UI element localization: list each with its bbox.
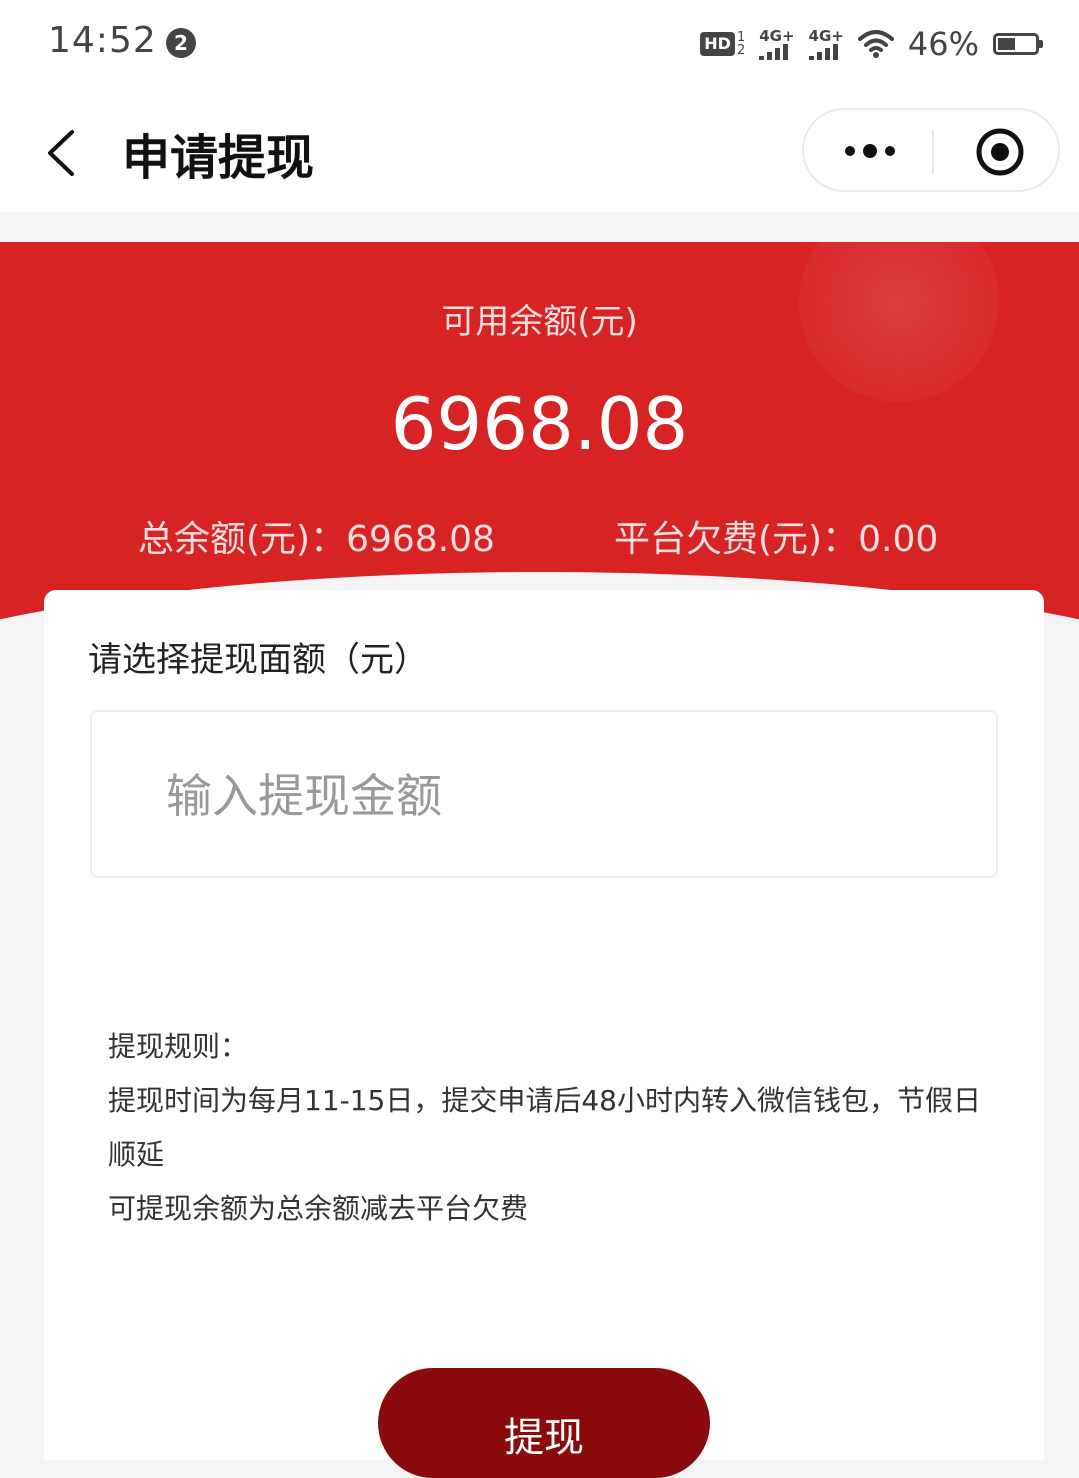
amount-section-label: 请选择提现面额（元） (88, 640, 428, 680)
sim1-network-label: 4G+ (759, 27, 795, 45)
hd-label: HD (700, 32, 735, 56)
rules-line-1: 提现时间为每月11-15日，提交申请后48小时内转入微信钱包，节假日顺延 (108, 1084, 981, 1171)
total-balance: 总余额(元)：6968.08 (138, 519, 495, 560)
signal-sim2-icon: 4G+ (808, 27, 844, 60)
miniprogram-capsule (802, 108, 1060, 192)
battery-fill (998, 38, 1015, 50)
hd-sub-bottom: 2 (736, 43, 746, 58)
nav-bar: 申请提现 (0, 88, 1079, 212)
amount-input[interactable] (164, 760, 948, 832)
back-arrow-icon[interactable] (42, 128, 82, 178)
status-time: 14:52 (48, 20, 157, 61)
battery-icon (993, 33, 1043, 55)
amount-input-box[interactable] (90, 710, 998, 878)
page-title: 申请提现 (122, 130, 315, 186)
capsule-divider (932, 130, 934, 174)
withdraw-card: 请选择提现面额（元） 提现规则： 提现时间为每月11-15日，提交申请后48小时… (44, 590, 1044, 1478)
available-balance-label: 可用余额(元) (441, 302, 638, 342)
battery-percent: 46% (907, 25, 979, 63)
rules-line-2: 可提现余额为总余额减去平台欠费 (108, 1192, 529, 1225)
wifi-icon (857, 30, 894, 58)
more-dots-icon[interactable] (840, 136, 900, 166)
rules-title: 提现规则： (108, 1030, 249, 1063)
sim2-network-label: 4G+ (808, 27, 844, 45)
available-balance-value: 6968.08 (390, 382, 689, 466)
signal-sim1-icon: 4G+ (759, 27, 795, 60)
close-target-icon[interactable] (974, 126, 1026, 178)
platform-fee: 平台欠费(元)：0.00 (614, 519, 939, 560)
withdraw-rules: 提现规则： 提现时间为每月11-15日，提交申请后48小时内转入微信钱包，节假日… (108, 1020, 988, 1236)
hd-voice-icon: HD 1 2 (700, 31, 745, 57)
status-indicators: HD 1 2 4G+ 4G+ 46% (700, 22, 1043, 66)
withdraw-button[interactable]: 提现 (378, 1368, 710, 1478)
status-bar: 14:52 2 HD 1 2 4G+ 4G+ 46% (0, 0, 1079, 88)
notification-badge: 2 (166, 28, 196, 58)
